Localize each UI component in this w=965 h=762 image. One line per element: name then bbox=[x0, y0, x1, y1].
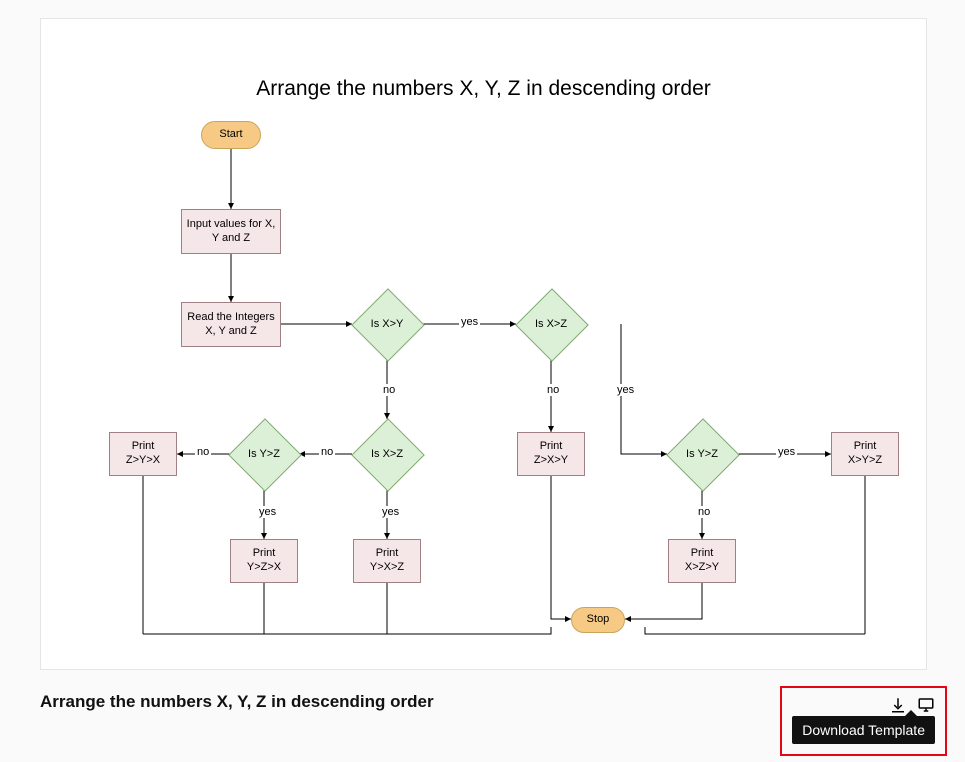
edge-label-xy-no: no bbox=[381, 384, 397, 396]
node-print-zyx-label: Print Z>Y>X bbox=[126, 440, 160, 468]
node-print-zxy-label: Print Z>X>Y bbox=[534, 440, 568, 468]
node-start: Start bbox=[201, 121, 261, 149]
edge-label-yz1-yes: yes bbox=[776, 446, 797, 458]
edge-label-xz2-no: no bbox=[319, 446, 335, 458]
node-decision-x-gt-z-1-label: Is X>Z bbox=[535, 318, 567, 330]
edge-label-xy-yes: yes bbox=[459, 316, 480, 328]
page-root: Arrange the numbers X, Y, Z in descendin… bbox=[0, 0, 965, 762]
node-decision-x-gt-y-label: Is X>Y bbox=[371, 318, 404, 330]
node-input-label: Input values for X, Y and Z bbox=[186, 218, 276, 246]
node-decision-x-gt-z-2: Is X>Z bbox=[362, 429, 412, 479]
node-input: Input values for X, Y and Z bbox=[181, 209, 281, 254]
node-decision-y-gt-z-2: Is Y>Z bbox=[239, 429, 289, 479]
download-template-tooltip-label: Download Template bbox=[802, 722, 925, 738]
node-print-xyz-label: Print X>Y>Z bbox=[848, 440, 882, 468]
edge-label-xz1-yes: yes bbox=[615, 384, 636, 396]
node-print-yxz: Print Y>X>Z bbox=[353, 539, 421, 583]
download-template-callout: Download Template bbox=[780, 686, 947, 756]
edge-label-xz2-yes: yes bbox=[380, 506, 401, 518]
node-print-zxy: Print Z>X>Y bbox=[517, 432, 585, 476]
node-stop-label: Stop bbox=[587, 613, 610, 627]
download-template-tooltip: Download Template bbox=[792, 716, 935, 744]
node-start-label: Start bbox=[219, 128, 242, 142]
node-decision-x-gt-z-2-label: Is X>Z bbox=[371, 448, 403, 460]
node-print-xzy: Print X>Z>Y bbox=[668, 539, 736, 583]
flowchart-edges bbox=[41, 19, 926, 669]
node-print-xyz: Print X>Y>Z bbox=[831, 432, 899, 476]
edge-label-yz1-no: no bbox=[696, 506, 712, 518]
edge-label-yz2-no: no bbox=[195, 446, 211, 458]
edge-label-yz2-yes: yes bbox=[257, 506, 278, 518]
node-read-label: Read the Integers X, Y and Z bbox=[186, 311, 276, 339]
node-decision-y-gt-z-1-label: Is Y>Z bbox=[686, 448, 718, 460]
node-decision-y-gt-z-2-label: Is Y>Z bbox=[248, 448, 280, 460]
node-decision-x-gt-z-1: Is X>Z bbox=[526, 299, 576, 349]
edge-label-xz1-no: no bbox=[545, 384, 561, 396]
node-print-yxz-label: Print Y>X>Z bbox=[370, 547, 404, 575]
node-read: Read the Integers X, Y and Z bbox=[181, 302, 281, 347]
node-decision-y-gt-z-1: Is Y>Z bbox=[677, 429, 727, 479]
diagram-caption: Arrange the numbers X, Y, Z in descendin… bbox=[40, 692, 434, 712]
node-stop: Stop bbox=[571, 607, 625, 633]
monitor-icon[interactable] bbox=[917, 696, 935, 714]
node-print-yzx: Print Y>Z>X bbox=[230, 539, 298, 583]
download-icon[interactable] bbox=[889, 696, 907, 714]
node-print-zyx: Print Z>Y>X bbox=[109, 432, 177, 476]
node-print-xzy-label: Print X>Z>Y bbox=[685, 547, 719, 575]
diagram-canvas: Arrange the numbers X, Y, Z in descendin… bbox=[40, 18, 927, 670]
node-decision-x-gt-y: Is X>Y bbox=[362, 299, 412, 349]
node-print-yzx-label: Print Y>Z>X bbox=[247, 547, 281, 575]
